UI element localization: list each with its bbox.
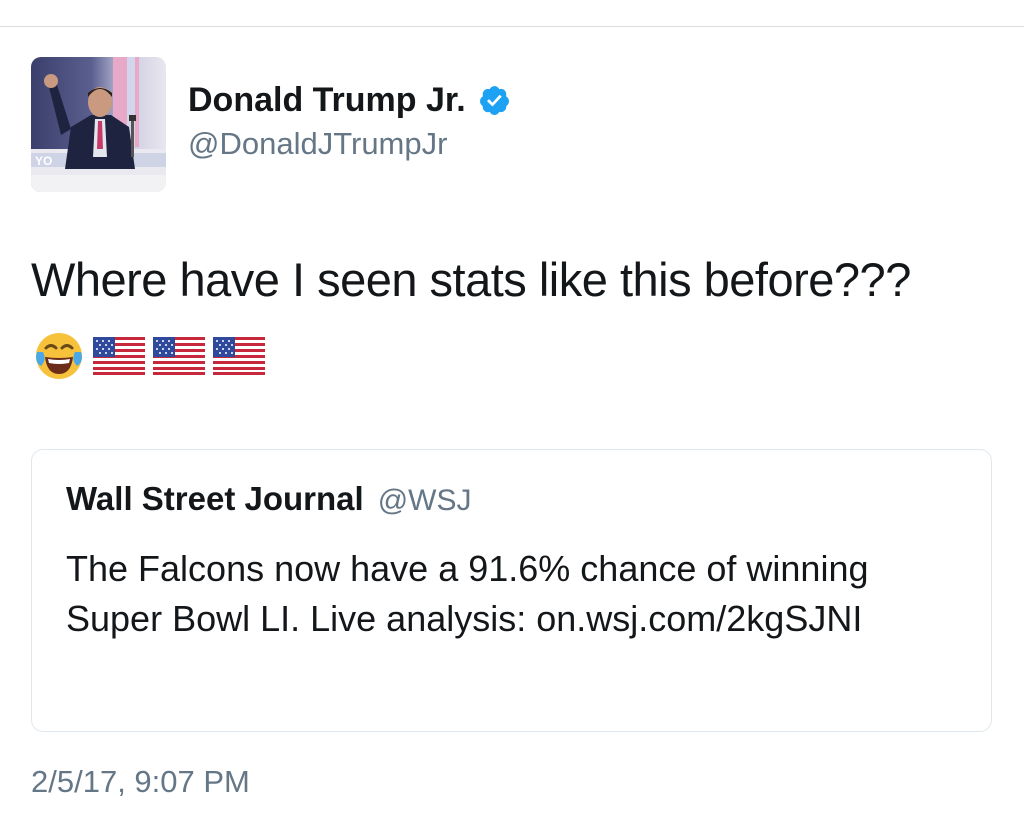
svg-text:YO: YO xyxy=(35,154,52,168)
top-divider xyxy=(0,26,1024,27)
quoted-tweet-card[interactable]: Wall Street Journal @WSJ The Falcons now… xyxy=(31,449,992,732)
quoted-author-handle: @WSJ xyxy=(377,484,472,517)
user-handle[interactable]: @DonaldJTrumpJr xyxy=(188,126,511,162)
user-block: Donald Trump Jr. @DonaldJTrumpJr xyxy=(188,81,511,162)
face-with-tears-of-joy-icon xyxy=(33,330,85,387)
us-flag-icon xyxy=(93,337,145,380)
quoted-author-name: Wall Street Journal xyxy=(66,480,364,517)
profile-photo-icon: YO xyxy=(31,57,166,192)
avatar[interactable]: YO xyxy=(31,57,166,192)
tweet-text: Where have I seen stats like this before… xyxy=(31,253,911,306)
verified-badge-icon xyxy=(478,84,511,117)
us-flag-icon xyxy=(153,337,205,380)
quoted-tweet-text: The Falcons now have a 91.6% chance of w… xyxy=(66,548,869,639)
tweet-header: YO Donald Trump Jr. @DonaldJTrumpJr xyxy=(31,57,511,192)
tweet-timestamp[interactable]: 2/5/17, 9:07 PM xyxy=(31,764,250,800)
us-flag-icon xyxy=(213,337,265,380)
quoted-tweet-header: Wall Street Journal @WSJ xyxy=(66,480,471,518)
emoji-row xyxy=(33,330,273,387)
display-name[interactable]: Donald Trump Jr. xyxy=(188,81,466,120)
name-row: Donald Trump Jr. xyxy=(188,81,511,120)
